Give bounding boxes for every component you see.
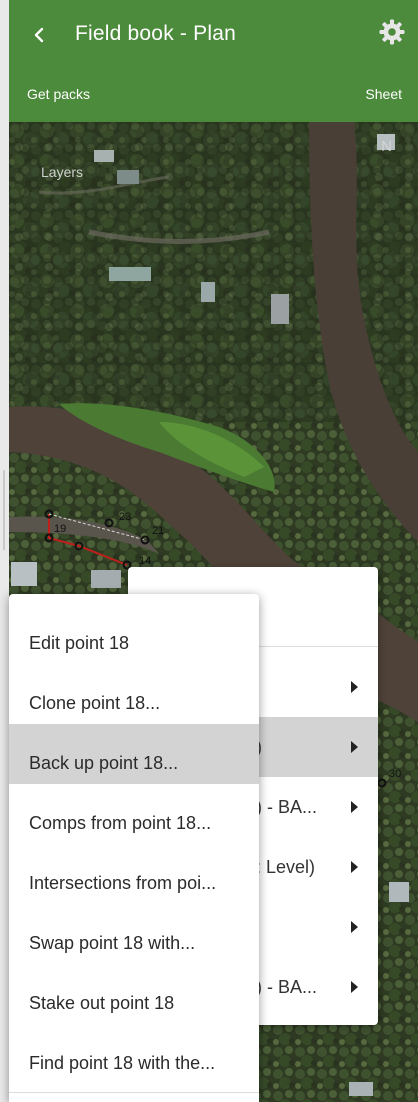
submenu-arrow-icon	[351, 861, 358, 873]
back-button[interactable]	[29, 20, 59, 50]
menu-item-label: Stake out point 18	[29, 993, 175, 1013]
menu-item-label: Comps from point 18...	[29, 813, 212, 833]
settings-button[interactable]	[378, 18, 406, 46]
point-label: 19	[54, 523, 66, 535]
parent-menu-item-label: : Level)	[256, 857, 316, 877]
point-label: 23	[119, 511, 131, 523]
menu-divider	[9, 1092, 259, 1093]
submenu-arrow-icon	[351, 681, 358, 693]
menu-item-intersections-from-point[interactable]: Intersections from poi...	[9, 844, 259, 904]
menu-item-label: Intersections from poi...	[29, 873, 217, 893]
parent-menu-item-label: ) - BA...	[256, 977, 318, 997]
app-bar: Field book - Plan Get packs Sheet	[9, 0, 418, 122]
left-edge-strip	[0, 0, 9, 1102]
menu-item-comps-from-point[interactable]: Comps from point 18...	[9, 784, 259, 844]
menu-item-edit-point[interactable]: Edit point 18	[9, 604, 259, 664]
submenu-arrow-icon	[351, 921, 358, 933]
menu-item-find-point[interactable]: Find point 18 with the...	[9, 1024, 259, 1084]
chevron-left-icon	[34, 27, 44, 43]
menu-item-label: Edit point 18	[29, 633, 130, 653]
layers-label[interactable]: Layers	[41, 164, 83, 180]
menu-item-swap-point[interactable]: Swap point 18 with...	[9, 904, 259, 964]
sheet-link[interactable]: Sheet	[365, 85, 402, 103]
submenu-arrow-icon	[351, 741, 358, 753]
get-packs-link[interactable]: Get packs	[27, 85, 90, 103]
menu-item-clone-point[interactable]: Clone point 18...	[9, 664, 259, 724]
menu-item-stake-out-point[interactable]: Stake out point 18	[9, 964, 259, 1024]
menu-item-label: Back up point 18...	[29, 753, 179, 773]
menu-item-back-up-point[interactable]: Back up point 18...	[9, 724, 259, 784]
point-label: 14	[139, 555, 151, 567]
point-label: 30	[389, 768, 401, 780]
parent-menu-item-label: ) - BA...	[256, 797, 318, 817]
north-label: N	[381, 138, 392, 155]
edge-handle	[3, 470, 5, 550]
submenu-arrow-icon	[351, 981, 358, 993]
gear-icon	[379, 19, 405, 45]
point-label: 21	[152, 525, 164, 537]
menu-item-label: Swap point 18 with...	[29, 933, 196, 953]
menu-item-label: Clone point 18...	[29, 693, 161, 713]
page-title: Field book - Plan	[75, 22, 236, 45]
point-18-submenu: Edit point 18 Clone point 18... Back up …	[9, 594, 259, 1102]
submenu-arrow-icon	[351, 801, 358, 813]
menu-item-label: Find point 18 with the...	[29, 1053, 216, 1073]
